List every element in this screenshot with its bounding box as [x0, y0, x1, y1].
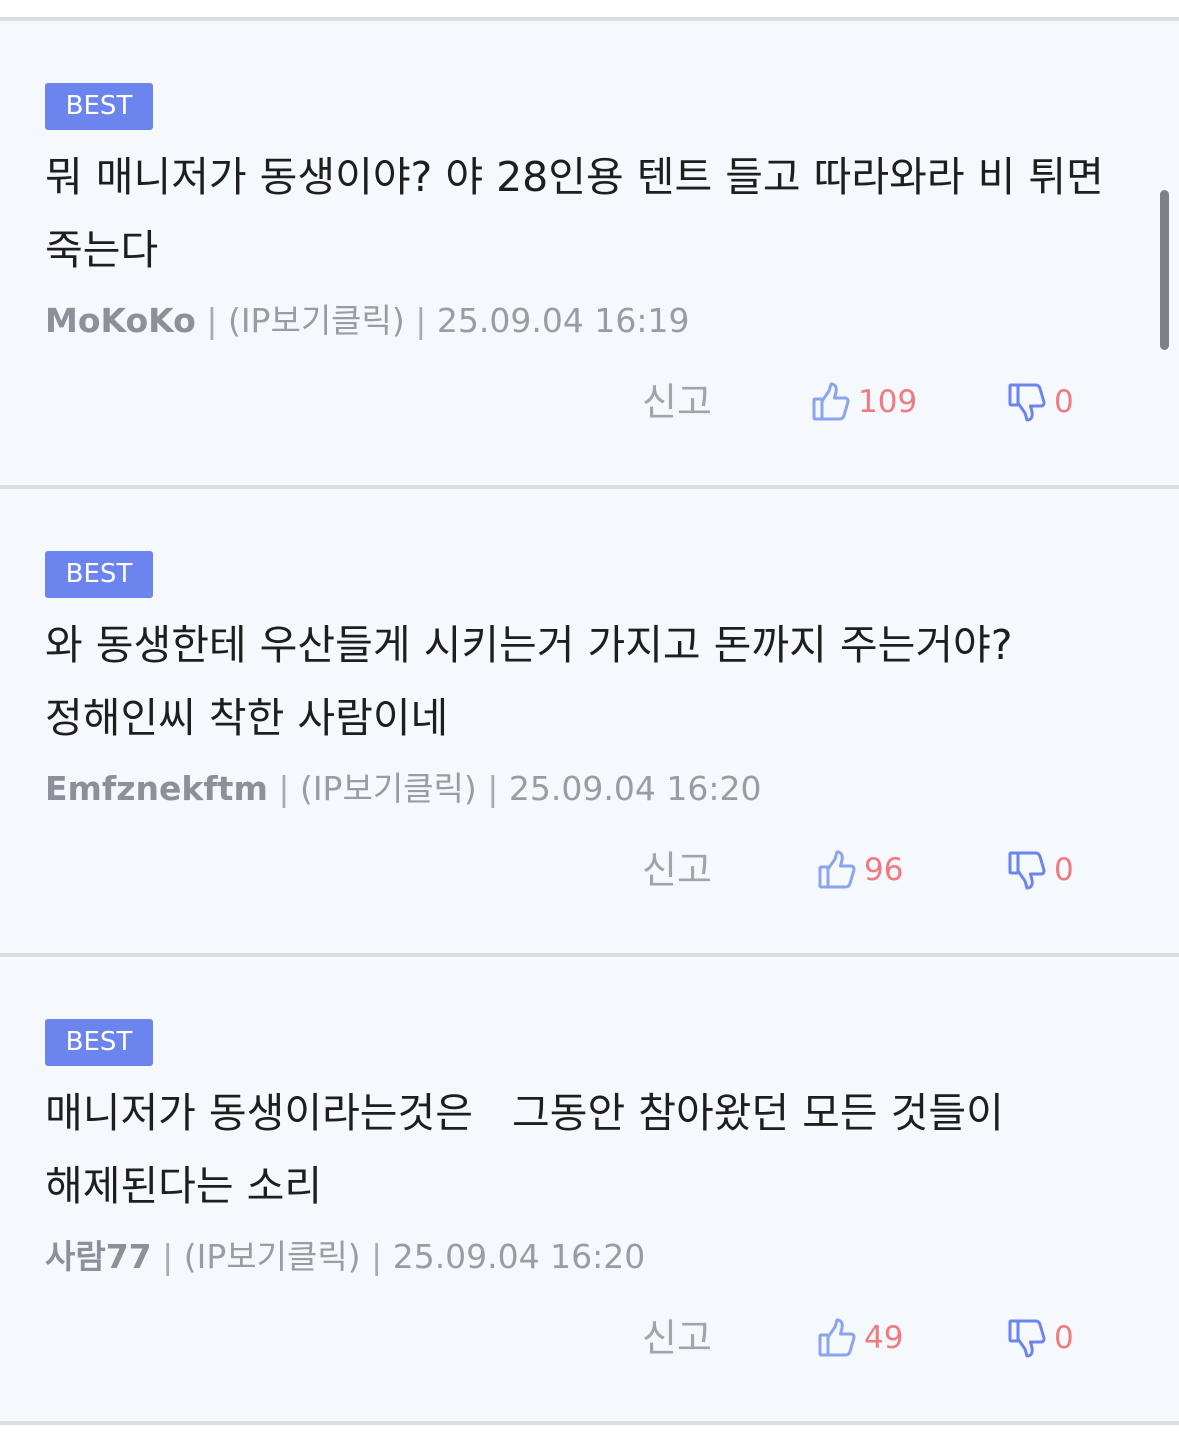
like-button[interactable]: 109: [812, 377, 917, 427]
comment-text: 매니저가 동생이라는것은 그동안 참아왔던 모든 것들이 해제된다는 소리: [45, 1089, 1017, 1210]
dislike-count: 0: [1054, 1320, 1074, 1356]
separator: |: [371, 1237, 393, 1276]
thumbs-down-icon: [1008, 850, 1046, 890]
top-strip: [0, 0, 1179, 17]
report-button[interactable]: 신고: [642, 1313, 712, 1363]
like-count: 96: [864, 852, 904, 888]
timestamp: 25.09.04 16:20: [392, 1237, 646, 1276]
comment-actions: 신고 109 0: [0, 377, 1179, 427]
dislike-count: 0: [1054, 384, 1074, 420]
thumbs-up-icon: [818, 1318, 856, 1358]
author-name[interactable]: 사람77: [45, 1237, 152, 1276]
thumbs-down-icon: [1008, 1318, 1046, 1358]
comment-actions: 신고 96 0: [0, 845, 1179, 895]
timestamp: 25.09.04 16:19: [436, 301, 690, 340]
timestamp: 25.09.04 16:20: [508, 769, 762, 808]
comment-text: 뭐 매니저가 동생이야? 야 28인용 텐트 들고 따라와라 비 튀면 죽는다: [45, 153, 1117, 274]
thumbs-up-icon: [818, 850, 856, 890]
ip-view-link[interactable]: (IP보기클릭): [300, 769, 477, 808]
comment-meta: 사람77 | (IP보기클릭) | 25.09.04 16:20: [45, 1235, 645, 1279]
separator: |: [278, 769, 300, 808]
best-badge: BEST: [45, 83, 153, 130]
like-count: 109: [858, 384, 918, 420]
dislike-button[interactable]: 0: [1008, 377, 1074, 427]
comment-meta: Emfznekftm | (IP보기클릭) | 25.09.04 16:20: [45, 767, 761, 811]
ip-view-link[interactable]: (IP보기클릭): [184, 1237, 361, 1276]
report-button[interactable]: 신고: [642, 377, 712, 427]
comment-list: BEST 뭐 매니저가 동생이야? 야 28인용 텐트 들고 따라와라 비 튀면…: [0, 17, 1179, 1421]
dislike-button[interactable]: 0: [1008, 1313, 1074, 1363]
next-comment-area: [0, 1425, 1179, 1456]
best-badge: BEST: [45, 1019, 153, 1066]
like-button[interactable]: 96: [818, 845, 903, 895]
ip-view-link[interactable]: (IP보기클릭): [228, 301, 405, 340]
separator: |: [206, 301, 228, 340]
thumbs-down-icon: [1008, 382, 1046, 422]
like-button[interactable]: 49: [818, 1313, 903, 1363]
separator: |: [415, 301, 437, 340]
best-badge: BEST: [45, 551, 153, 598]
thumbs-up-icon: [812, 382, 850, 422]
comment-item: BEST 매니저가 동생이라는것은 그동안 참아왔던 모든 것들이 해제된다는 …: [0, 953, 1179, 1421]
author-name[interactable]: MoKoKo: [45, 301, 196, 340]
comment-item: BEST 뭐 매니저가 동생이야? 야 28인용 텐트 들고 따라와라 비 튀면…: [0, 17, 1179, 485]
comment-text: 와 동생한테 우산들게 시키는거 가지고 돈까지 주는거야? 정해인씨 착한 사…: [45, 621, 1026, 742]
dislike-count: 0: [1054, 852, 1074, 888]
scrollbar-thumb[interactable]: [1160, 190, 1169, 350]
comment-actions: 신고 49 0: [0, 1313, 1179, 1363]
comment-item: BEST 와 동생한테 우산들게 시키는거 가지고 돈까지 주는거야? 정해인씨…: [0, 485, 1179, 953]
author-name[interactable]: Emfznekftm: [45, 769, 268, 808]
comment-meta: MoKoKo | (IP보기클릭) | 25.09.04 16:19: [45, 299, 689, 343]
separator: |: [487, 769, 509, 808]
like-count: 49: [864, 1320, 904, 1356]
separator: |: [162, 1237, 184, 1276]
dislike-button[interactable]: 0: [1008, 845, 1074, 895]
report-button[interactable]: 신고: [642, 845, 712, 895]
